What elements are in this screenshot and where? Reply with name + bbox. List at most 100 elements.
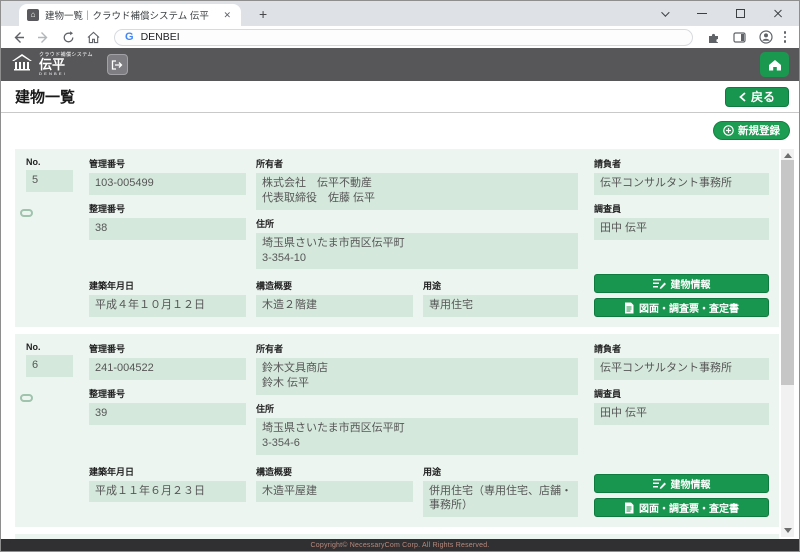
built-value: 平成４年１０月１２日 — [89, 295, 246, 317]
no-label: No. — [26, 342, 73, 352]
url-bar[interactable]: G DENBEI — [114, 29, 693, 46]
address-label: 住所 — [256, 217, 578, 230]
vertical-scrollbar[interactable] — [781, 149, 794, 537]
scrollbar-thumb[interactable] — [781, 160, 794, 385]
plus-circle-icon — [723, 125, 734, 136]
usage-value: 専用住宅 — [423, 295, 578, 317]
surveyor-value: 田中 伝平 — [594, 403, 769, 425]
built-label: 建築年月日 — [89, 279, 246, 292]
record-no-column: No. 6 — [26, 342, 73, 517]
no-value: 5 — [26, 170, 73, 192]
link-icon[interactable] — [20, 209, 33, 217]
surveyor-label: 調査員 — [594, 202, 769, 215]
back-icon[interactable] — [10, 29, 26, 45]
app-logo[interactable]: クラウド補償システム 伝平 DENBEI — [39, 53, 93, 76]
document-icon — [624, 502, 634, 514]
seiri-label: 整理番号 — [89, 202, 246, 215]
structure-label: 構造概要 — [256, 279, 413, 292]
tab-strip: ⌂ 建物一覧｜クラウド補償システム 伝平 ✕ + — [1, 1, 799, 26]
denbei-house-logo-icon — [11, 53, 33, 76]
usage-label: 用途 — [423, 465, 578, 478]
maximize-button[interactable] — [721, 1, 759, 26]
structure-value: 木造平屋建 — [256, 481, 413, 503]
usage-label: 用途 — [423, 279, 578, 292]
address-value: 埼玉県さいたま市西区伝平町 3-354-6 — [256, 418, 578, 455]
documents-button[interactable]: 図面・調査票・査定書 — [594, 498, 769, 517]
reload-icon[interactable] — [60, 29, 76, 45]
kanri-value: 103-005499 — [89, 173, 246, 195]
minimize-button[interactable] — [683, 1, 721, 26]
actions-row: 新規登録 — [1, 113, 799, 147]
no-value: 6 — [26, 355, 73, 377]
kanri-value: 241-004522 — [89, 358, 246, 380]
close-button[interactable] — [759, 1, 797, 26]
built-label: 建築年月日 — [89, 465, 246, 478]
documents-button[interactable]: 図面・調査票・査定書 — [594, 298, 769, 317]
contractor-value: 伝平コンサルタント事務所 — [594, 173, 769, 195]
record-no-column: No. 5 — [26, 157, 73, 317]
kanri-label: 管理番号 — [89, 342, 246, 355]
building-list: No. 5 管理番号 103-005499 整理番号 38 所有者 株式会社 伝… — [1, 147, 799, 539]
owner-label: 所有者 — [256, 157, 578, 170]
document-icon — [624, 302, 634, 314]
structure-label: 構造概要 — [256, 465, 413, 478]
owner-value: 株式会社 伝平不動産 代表取締役 佐藤 伝平 — [256, 173, 578, 210]
profile-avatar-icon[interactable] — [758, 29, 774, 45]
site-favicon-icon: ⌂ — [27, 9, 39, 21]
window-controls — [645, 1, 797, 26]
page-title: 建物一覧 — [15, 86, 75, 107]
app-header: クラウド補償システム 伝平 DENBEI — [1, 48, 799, 81]
forward-icon[interactable] — [35, 29, 51, 45]
google-icon: G — [125, 32, 134, 43]
contractor-value: 伝平コンサルタント事務所 — [594, 358, 769, 380]
building-record: No. 6 管理番号 241-004522 整理番号 39 所有者 鈴木文具商店… — [15, 334, 779, 527]
built-value: 平成１１年６月２３日 — [89, 481, 246, 503]
url-text: DENBEI — [141, 31, 180, 43]
seiri-value: 38 — [89, 218, 246, 240]
seiri-value: 39 — [89, 403, 246, 425]
seiri-label: 整理番号 — [89, 387, 246, 400]
link-icon[interactable] — [20, 394, 33, 402]
list-edit-icon — [653, 278, 666, 289]
structure-value: 木造２階建 — [256, 295, 413, 317]
usage-value: 併用住宅（専用住宅、店舗・事務所） — [423, 481, 578, 518]
owner-label: 所有者 — [256, 342, 578, 355]
scroll-up-icon[interactable] — [784, 153, 792, 158]
contractor-label: 請負者 — [594, 342, 769, 355]
page-header: 建物一覧 戻る — [1, 81, 799, 113]
surveyor-label: 調査員 — [594, 387, 769, 400]
page-footer: Copyright© NecessaryCom Corp. All Rights… — [1, 539, 799, 551]
logout-button[interactable] — [107, 54, 128, 75]
scroll-down-icon[interactable] — [784, 528, 792, 533]
building-info-button[interactable]: 建物情報 — [594, 274, 769, 293]
side-panel-icon[interactable] — [732, 29, 748, 45]
logo-subtitle: DENBEI — [39, 72, 93, 76]
address-value: 埼玉県さいたま市西区伝平町 3-354-10 — [256, 233, 578, 270]
chevron-left-icon — [739, 92, 746, 102]
extensions-puzzle-icon[interactable] — [706, 29, 722, 45]
new-registration-button[interactable]: 新規登録 — [713, 121, 790, 140]
browser-toolbar: G DENBEI — [1, 26, 799, 48]
tab-title: 建物一覧｜クラウド補償システム 伝平 — [45, 8, 215, 22]
building-record: No. 5 管理番号 103-005499 整理番号 38 所有者 株式会社 伝… — [15, 149, 779, 327]
list-edit-icon — [653, 478, 666, 489]
owner-value: 鈴木文具商店 鈴木 伝平 — [256, 358, 578, 395]
menu-kebab-icon[interactable] — [784, 31, 787, 43]
new-tab-button[interactable]: + — [253, 5, 273, 23]
kanri-label: 管理番号 — [89, 157, 246, 170]
building-info-button[interactable]: 建物情報 — [594, 474, 769, 493]
tab-close-icon[interactable]: ✕ — [221, 10, 233, 21]
browser-tab[interactable]: ⌂ 建物一覧｜クラウド補償システム 伝平 ✕ — [19, 4, 241, 26]
address-label: 住所 — [256, 402, 578, 415]
toolbar-right — [706, 29, 791, 45]
browser-window: ⌂ 建物一覧｜クラウド補償システム 伝平 ✕ + G DENBEI — [0, 0, 800, 552]
contractor-label: 請負者 — [594, 157, 769, 170]
window-menu-chevron-icon[interactable] — [645, 1, 683, 26]
no-label: No. — [26, 157, 73, 167]
browser-home-icon[interactable] — [85, 29, 101, 45]
logo-title: 伝平 — [39, 58, 93, 72]
copyright-text: Copyright© NecessaryCom Corp. All Rights… — [311, 542, 490, 549]
home-button[interactable] — [760, 52, 789, 77]
surveyor-value: 田中 伝平 — [594, 218, 769, 240]
back-button[interactable]: 戻る — [725, 87, 789, 107]
